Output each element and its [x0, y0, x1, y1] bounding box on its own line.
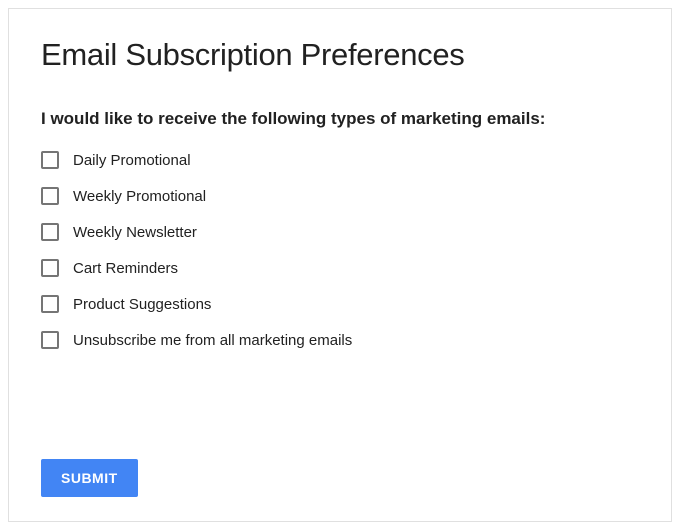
- option-label[interactable]: Product Suggestions: [73, 296, 211, 313]
- checkbox-icon[interactable]: [41, 331, 59, 349]
- option-label[interactable]: Unsubscribe me from all marketing emails: [73, 332, 352, 349]
- submit-button[interactable]: SUBMIT: [41, 459, 138, 497]
- checkbox-icon[interactable]: [41, 295, 59, 313]
- checkbox-icon[interactable]: [41, 187, 59, 205]
- checkbox-icon[interactable]: [41, 151, 59, 169]
- option-weekly-promotional[interactable]: Weekly Promotional: [41, 187, 639, 205]
- option-daily-promotional[interactable]: Daily Promotional: [41, 151, 639, 169]
- option-label[interactable]: Daily Promotional: [73, 152, 191, 169]
- option-product-suggestions[interactable]: Product Suggestions: [41, 295, 639, 313]
- option-label[interactable]: Weekly Newsletter: [73, 224, 197, 241]
- option-weekly-newsletter[interactable]: Weekly Newsletter: [41, 223, 639, 241]
- option-unsubscribe-all[interactable]: Unsubscribe me from all marketing emails: [41, 331, 639, 349]
- page-title: Email Subscription Preferences: [41, 37, 639, 73]
- preferences-panel: Email Subscription Preferences I would l…: [8, 8, 672, 522]
- checkbox-icon[interactable]: [41, 223, 59, 241]
- option-cart-reminders[interactable]: Cart Reminders: [41, 259, 639, 277]
- option-label[interactable]: Cart Reminders: [73, 260, 178, 277]
- option-label[interactable]: Weekly Promotional: [73, 188, 206, 205]
- options-list: Daily Promotional Weekly Promotional Wee…: [41, 151, 639, 349]
- checkbox-icon[interactable]: [41, 259, 59, 277]
- prompt-text: I would like to receive the following ty…: [41, 109, 639, 129]
